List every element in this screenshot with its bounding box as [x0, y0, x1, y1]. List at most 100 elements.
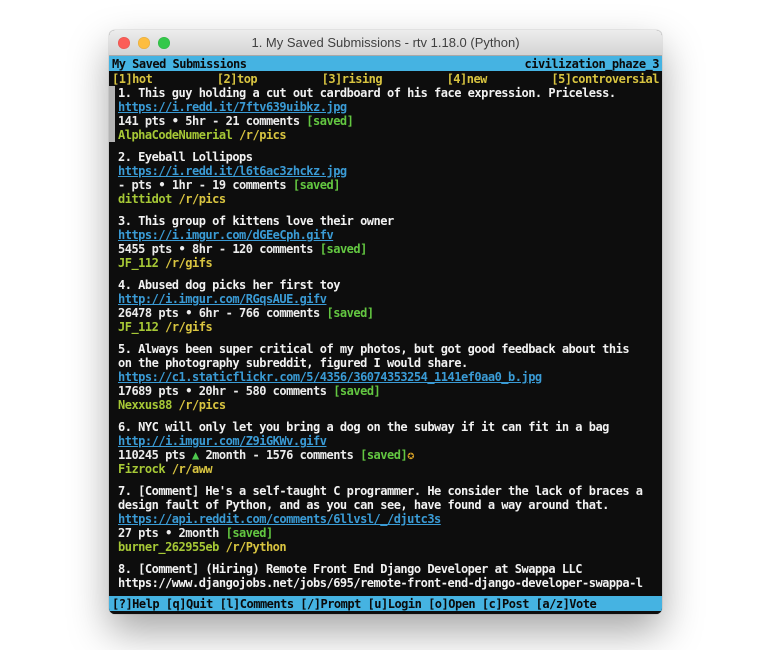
submission[interactable]: 4. Abused dog picks her first toyhttp://…	[109, 278, 662, 334]
submission-url[interactable]: https://i.imgur.com/dGEeCph.gifv	[118, 228, 662, 242]
age-and-comments: 1hr - 19 comments	[172, 178, 293, 192]
window-controls	[118, 30, 170, 55]
tab-controversial[interactable]: [5]controversial	[551, 72, 659, 86]
submission-stats: 26478 pts • 6hr - 766 comments [saved]	[118, 306, 662, 320]
submission-list: 1. This guy holding a cut out cardboard …	[109, 86, 662, 596]
command-prompt[interactable]: [/]Prompt	[300, 597, 367, 611]
bullet-separator: •	[185, 384, 198, 398]
submission-content: 1. This guy holding a cut out cardboard …	[118, 86, 662, 142]
sort-tabs: [1]hot [2]top [3]rising [4]new [5]controvers…	[109, 71, 662, 86]
submission-byline: dittidot /r/pics	[118, 192, 662, 206]
submission-subreddit[interactable]: /r/pics	[179, 398, 226, 412]
selection-cursor	[109, 86, 115, 142]
submission-url[interactable]: https://i.redd.it/l6t6ac3zhckz.jpg	[118, 164, 662, 178]
submission-content: 2. Eyeball Lollipopshttps://i.redd.it/l6…	[118, 150, 662, 206]
bullet-separator: •	[179, 242, 192, 256]
submission-byline: Fizrock /r/aww	[118, 462, 662, 476]
age-and-comments: 2month - 1576 comments	[205, 448, 360, 462]
tab-new[interactable]: [4]new	[447, 72, 487, 86]
age-and-comments: 2month	[179, 526, 226, 540]
submission-subreddit[interactable]: /r/Python	[226, 540, 287, 554]
submission-url[interactable]: https://api.reddit.com/comments/6llvsl/_…	[118, 512, 662, 526]
titlebar[interactable]: 1. My Saved Submissions - rtv 1.18.0 (Py…	[109, 30, 662, 56]
command-quit[interactable]: [q]Quit	[166, 597, 220, 611]
submission-author[interactable]: JF_112	[118, 256, 158, 270]
zoom-window-button[interactable]	[158, 37, 170, 49]
command-vote[interactable]: [a/z]Vote	[536, 597, 597, 611]
saved-badge: [saved]	[333, 384, 380, 398]
submission-url[interactable]: https://i.redd.it/7ftv639uibkz.jpg	[118, 100, 662, 114]
submission-author[interactable]: burner_262955eb	[118, 540, 219, 554]
submission-author[interactable]: Fizrock	[118, 462, 165, 476]
submission-author[interactable]: Nexxus88	[118, 398, 172, 412]
submission-content: 5. Always been super critical of my phot…	[118, 342, 662, 412]
byline-space	[219, 540, 226, 554]
command-help[interactable]: [?]Help	[112, 597, 166, 611]
submission-author[interactable]: dittidot	[118, 192, 172, 206]
saved-badge: [saved]	[226, 526, 273, 540]
submission-subreddit[interactable]: /r/gifs	[165, 320, 212, 334]
submission-subreddit[interactable]: /r/pics	[239, 128, 286, 142]
bullet-separator: •	[158, 178, 171, 192]
page-title: My Saved Submissions	[112, 57, 247, 71]
command-login[interactable]: [u]Login	[368, 597, 429, 611]
bullet-separator: •	[165, 526, 178, 540]
submission[interactable]: 7. [Comment] He's a self-taught C progra…	[109, 484, 662, 554]
points-count: 5455 pts	[118, 242, 179, 256]
byline-space	[172, 192, 179, 206]
submission-author[interactable]: AlphaCodeNumerial	[118, 128, 232, 142]
submission-stats: 110245 pts ▲ 2month - 1576 comments [sav…	[118, 448, 662, 462]
bullet-separator: •	[185, 306, 198, 320]
bullet-separator: •	[172, 114, 185, 128]
byline-space	[172, 398, 179, 412]
submission-byline: JF_112 /r/gifs	[118, 320, 662, 334]
command-post[interactable]: [c]Post	[482, 597, 536, 611]
submission-url[interactable]: https://c1.staticflickr.com/5/4356/36074…	[118, 370, 662, 384]
command-comments[interactable]: [l]Comments	[220, 597, 301, 611]
submission[interactable]: 1. This guy holding a cut out cardboard …	[109, 86, 662, 142]
age-and-comments: 5hr - 21 comments	[185, 114, 306, 128]
points-count: - pts	[118, 178, 158, 192]
submission-stats: 5455 pts • 8hr - 120 comments [saved]	[118, 242, 662, 256]
submission-title: 6. NYC will only let you bring a dog on …	[118, 420, 662, 434]
submission-byline: JF_112 /r/gifs	[118, 256, 662, 270]
submission-subreddit[interactable]: /r/pics	[179, 192, 226, 206]
selection-cursor	[109, 484, 115, 554]
saved-badge: [saved]	[326, 306, 373, 320]
selection-cursor	[109, 150, 115, 206]
submission[interactable]: 3. This group of kittens love their owne…	[109, 214, 662, 270]
selection-cursor	[109, 562, 115, 596]
submission-content: 7. [Comment] He's a self-taught C progra…	[118, 484, 662, 554]
saved-badge: [saved]	[293, 178, 340, 192]
upvote-icon: ▲	[192, 448, 205, 462]
submission[interactable]: 2. Eyeball Lollipopshttps://i.redd.it/l6…	[109, 150, 662, 206]
submission-subreddit[interactable]: /r/gifs	[165, 256, 212, 270]
terminal-screen: My Saved Submissions civilization_phaze_…	[109, 56, 662, 614]
submission[interactable]: 5. Always been super critical of my phot…	[109, 342, 662, 412]
gilded-icon: ✪	[407, 448, 414, 462]
tab-rising[interactable]: [3]rising	[322, 72, 383, 86]
submission-content: 8. [Comment] (Hiring) Remote Front End D…	[118, 562, 662, 596]
submission-author[interactable]: JF_112	[118, 320, 158, 334]
submission-title: on the photography subreddit, figured I …	[118, 356, 662, 370]
submission[interactable]: 6. NYC will only let you bring a dog on …	[109, 420, 662, 476]
submission-title: design fault of Python, and as you can s…	[118, 498, 662, 512]
submission-title: 4. Abused dog picks her first toy	[118, 278, 662, 292]
submission-subreddit[interactable]: /r/aww	[172, 462, 212, 476]
age-and-comments: 6hr - 766 comments	[199, 306, 327, 320]
tab-top[interactable]: [2]top	[217, 72, 257, 86]
submission-title: 8. [Comment] (Hiring) Remote Front End D…	[118, 562, 662, 576]
submission[interactable]: 8. [Comment] (Hiring) Remote Front End D…	[109, 562, 662, 596]
submission-title: 1. This guy holding a cut out cardboard …	[118, 86, 662, 100]
submission-url[interactable]: http://i.imgur.com/Z9iGKWv.gifv	[118, 434, 662, 448]
tab-hot[interactable]: [1]hot	[112, 72, 152, 86]
submission-url[interactable]: http://i.imgur.com/RGqsAUE.gifv	[118, 292, 662, 306]
submission-byline: burner_262955eb /r/Python	[118, 540, 662, 554]
command-open[interactable]: [o]Open	[428, 597, 482, 611]
minimize-window-button[interactable]	[138, 37, 150, 49]
submission-stats: 27 pts • 2month [saved]	[118, 526, 662, 540]
submission-byline: AlphaCodeNumerial /r/pics	[118, 128, 662, 142]
saved-badge: [saved]	[320, 242, 367, 256]
selection-cursor	[109, 420, 115, 476]
close-window-button[interactable]	[118, 37, 130, 49]
